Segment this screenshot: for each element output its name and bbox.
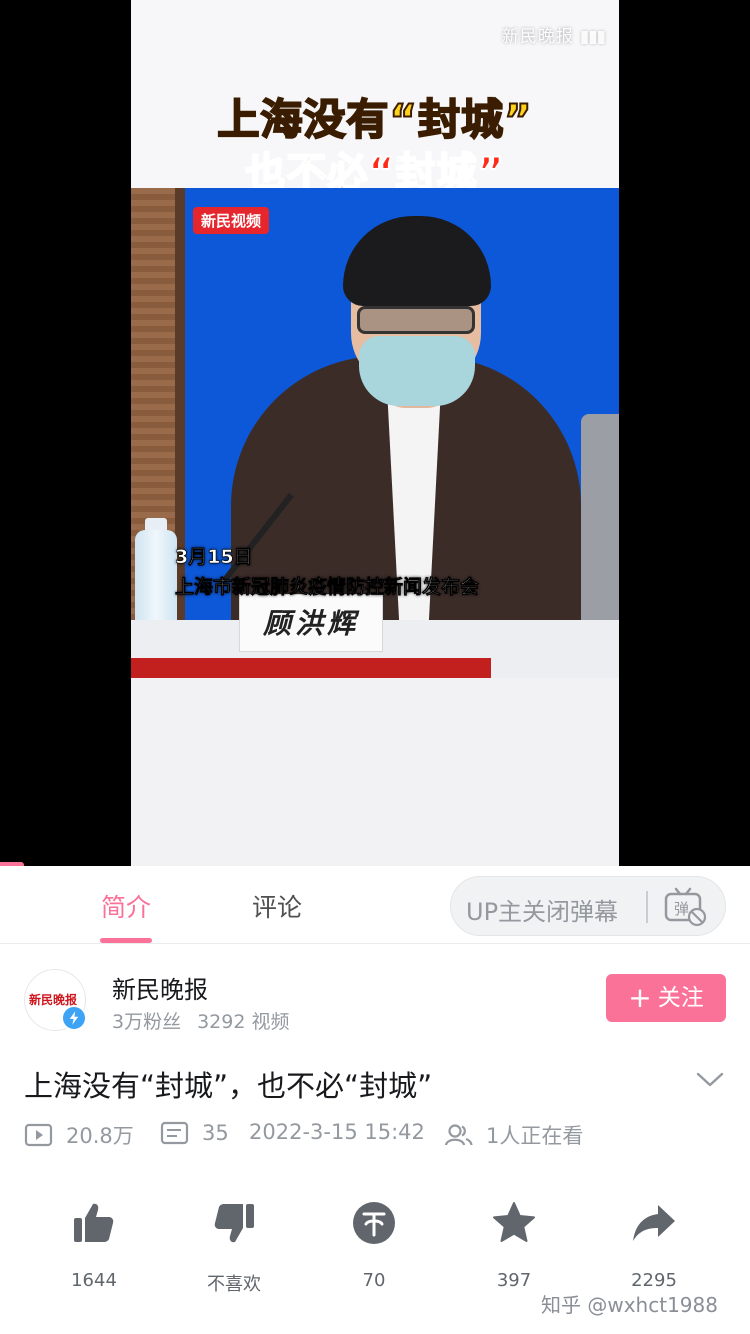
chevron-down-icon[interactable] [696, 1070, 724, 1090]
video-watermark: 新民晚报 ▮▮▮ [501, 27, 606, 47]
speaker-hair [343, 216, 491, 306]
uploader-fans: 3万粉丝 [112, 1011, 182, 1033]
coin-icon [353, 1202, 395, 1244]
speaker-mask [359, 336, 475, 406]
video-headline-line1: 上海没有“封城” [216, 94, 533, 145]
caption-event: 上海市新冠肺炎疫情防控新闻发布会 [175, 576, 480, 599]
coin-count: 70 [362, 1270, 386, 1291]
video-source-badge: 新民视频 [193, 207, 270, 234]
uploader-stats: 3万粉丝 3292 视频 [112, 1007, 290, 1034]
danmaku-count-text: 35 [202, 1121, 229, 1145]
view-count: 20.8万 [24, 1120, 134, 1150]
favorite-count: 397 [496, 1270, 532, 1291]
speaker-glasses [357, 306, 475, 334]
chair [581, 414, 619, 624]
video-scene: 顾洪辉 新民视频 3月15日 上海市新冠肺炎疫情防控新闻发布会 [131, 188, 619, 678]
like-count: 1644 [71, 1270, 117, 1291]
share-button[interactable]: 2295 [604, 1200, 704, 1291]
follow-label: 关注 [657, 985, 704, 1011]
play-count-icon [24, 1123, 53, 1147]
coin-button[interactable]: 70 [324, 1200, 424, 1291]
thumbs-down-icon [214, 1204, 254, 1243]
dislike-button[interactable]: 不喜欢 [184, 1200, 284, 1296]
danmaku-count-icon [160, 1121, 189, 1145]
zhihu-watermark: 知乎 @wxhct1988 [541, 1293, 718, 1317]
watching-now-text: 1人正在看 [486, 1124, 584, 1148]
tab-bar: 简介 评论 UP主关闭弹幕 弹 [0, 866, 750, 944]
active-tab-indicator [100, 938, 152, 943]
tab-comments[interactable]: 评论 [252, 888, 302, 924]
publish-time: 2022-3-15 15:42 [249, 1120, 425, 1144]
danmaku-count: 35 [160, 1120, 229, 1146]
svg-text:弹: 弹 [674, 900, 689, 918]
publish-time-text: 2022-3-15 15:42 [249, 1120, 425, 1144]
uploader-video-count: 3292 视频 [197, 1011, 290, 1033]
table-cloth [131, 658, 491, 678]
star-icon [493, 1202, 535, 1242]
follow-button[interactable]: + 关注 [606, 974, 726, 1022]
danmaku-input[interactable]: UP主关闭弹幕 弹 [450, 876, 726, 936]
dislike-label: 不喜欢 [207, 1274, 261, 1295]
nameplate: 顾洪辉 [239, 594, 383, 652]
favorite-button[interactable]: 397 [464, 1200, 564, 1291]
share-count: 2295 [631, 1270, 677, 1291]
view-count-text: 20.8万 [66, 1124, 134, 1148]
tab-intro[interactable]: 简介 [101, 888, 151, 924]
uploader-name[interactable]: 新民晚报 [112, 970, 208, 1005]
video-player[interactable]: 新民晚报 ▮▮▮ 上海没有“封城” 也不必“封城” 顾洪辉 新民视频 3月15日 … [0, 0, 750, 868]
video-title: 上海没有“封城”，也不必“封城” [24, 1069, 433, 1103]
thumbs-up-icon [74, 1203, 114, 1242]
verified-icon [61, 1005, 87, 1031]
caption-date: 3月15日 [175, 546, 253, 569]
watching-now: 1人正在看 [444, 1120, 583, 1150]
share-icon [633, 1205, 675, 1241]
people-icon [444, 1124, 473, 1146]
like-button[interactable]: 1644 [44, 1200, 144, 1291]
plus-icon: + [628, 981, 652, 1014]
danmaku-status-label: UP主关闭弹幕 [466, 898, 619, 926]
video-frame[interactable]: 新民晚报 ▮▮▮ 上海没有“封城” 也不必“封城” 顾洪辉 新民视频 3月15日 … [131, 0, 619, 866]
danmaku-divider [646, 891, 648, 923]
danmaku-off-icon[interactable]: 弹 [663, 887, 707, 927]
